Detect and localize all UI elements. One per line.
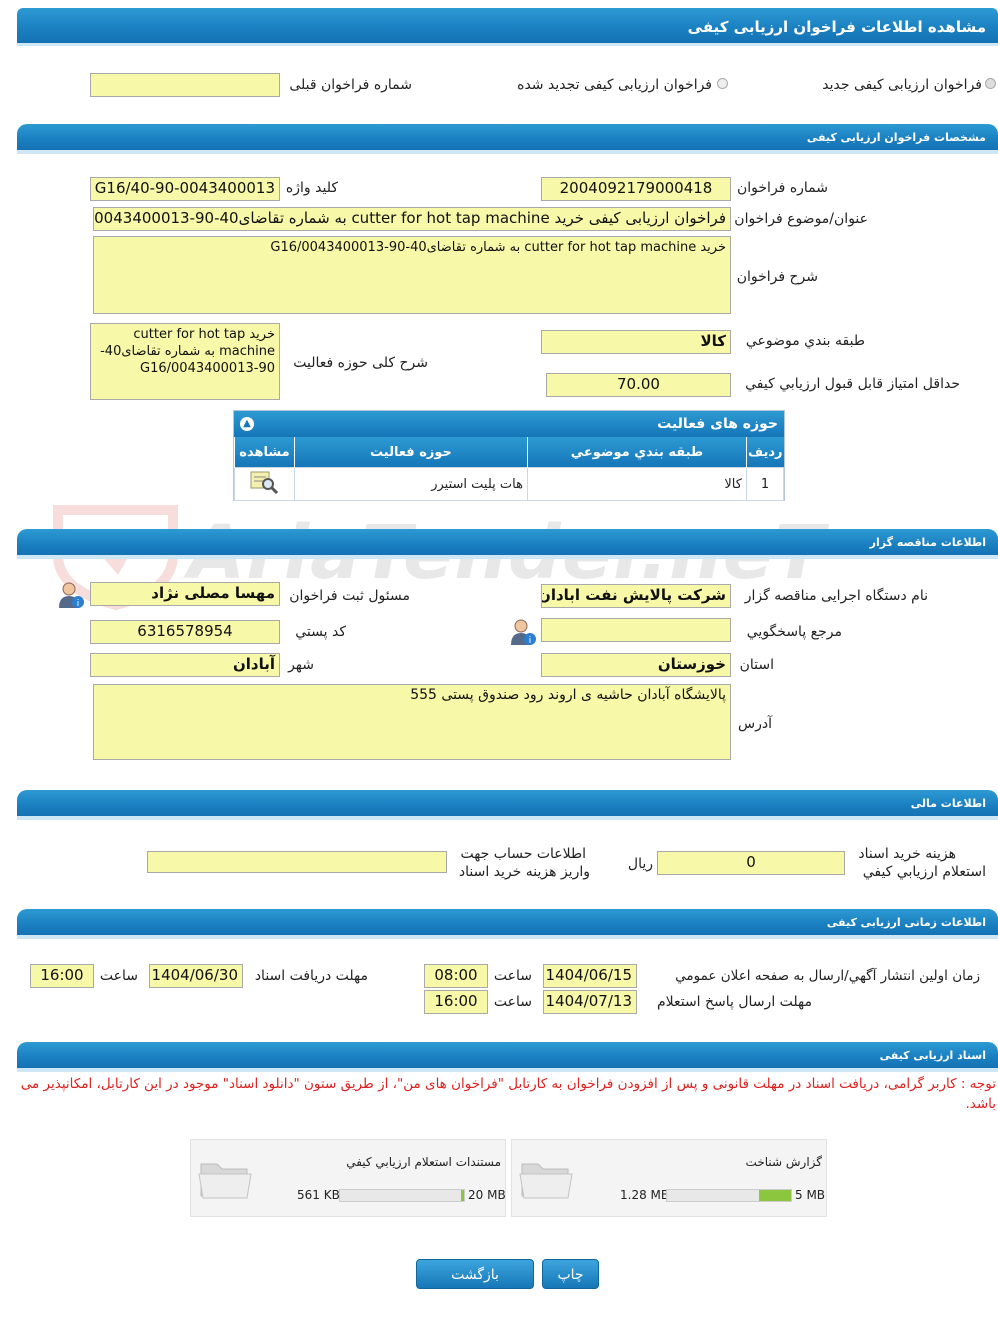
org-section-header: اطلاعات مناقصه گزار: [17, 529, 998, 559]
number-field[interactable]: 2004092179000418: [541, 177, 731, 201]
currency-label: ريال: [627, 856, 653, 872]
col-row: رديف: [745, 437, 784, 468]
fee-label-1: هزينه خريد اسناد: [858, 846, 956, 862]
timing-section-header: اطلاعات زمانی ارزيابی کيفی: [17, 909, 998, 939]
cell-row: 1: [745, 467, 785, 501]
exec-label: نام دستگاه اجرايی مناقصه گزار: [744, 588, 928, 604]
title-label: عنوان/موضوع فراخوان: [734, 211, 868, 227]
doc-name: گزارش شناخت: [745, 1155, 822, 1169]
activity-table: رديف طبقه بندي موضوعي حوزه فعاليت مشاهده…: [234, 437, 785, 501]
cell-activity: هات پليت استيرر: [293, 467, 528, 501]
fee-label-2: استعلام ارزيابي کيفي: [862, 864, 986, 880]
activity-panel: حوزه های فعاليت ▲ رديف طبقه بندي موضوعي …: [233, 410, 785, 501]
account-label-2: واريز هزينه خريد اسناد: [458, 864, 590, 880]
min-score-label: حداقل امتياز قابل قبول ارزيابي کيفي: [745, 376, 960, 392]
view-cell: [234, 467, 295, 501]
registrar-label: مسئول ثبت فراخوان: [289, 588, 410, 604]
folder-icon: [198, 1163, 252, 1199]
doc-size: 1.28 MB: [620, 1188, 670, 1202]
fee-field[interactable]: 0: [657, 851, 845, 875]
min-score-field[interactable]: 70.00: [546, 373, 731, 397]
province-label: استان: [739, 657, 774, 673]
activity-desc-label: شرح کلی حوزه فعاليت: [293, 355, 428, 371]
address-field[interactable]: پالايشگاه آبادان حاشيه ی اروند رود صندوق…: [93, 684, 731, 760]
title-field[interactable]: فراخوان ارزيابی کيفی خريد cutter for hot…: [93, 207, 731, 231]
publish-label: زمان اولين انتشار آگهي/ارسال به صفحه اعل…: [675, 968, 980, 984]
svg-text:i: i: [529, 636, 532, 646]
doc-card-recognition[interactable]: گزارش شناخت 1.28 MB 5 MB: [511, 1139, 827, 1217]
radio-new[interactable]: [985, 78, 996, 89]
docs-section-header: اسناد ارزيابی کيفی: [17, 1042, 998, 1072]
reference-field[interactable]: [541, 618, 731, 642]
registrar-user-icon[interactable]: i: [56, 580, 86, 610]
doc-name: مستندات استعلام ارزيابي کيفي: [346, 1155, 501, 1169]
reference-label: مرجع پاسخگويي: [746, 624, 842, 640]
prev-number-label: شماره فراخوان قبلی: [289, 77, 412, 93]
doc-progress-fill: [759, 1190, 791, 1201]
account-label-1: اطلاعات حساب جهت: [460, 846, 586, 862]
account-field[interactable]: [147, 851, 447, 873]
radio-new-label: فراخوان ارزيابی کيفی جديد: [822, 77, 982, 93]
receive-date-field[interactable]: 1404/06/30: [149, 964, 243, 988]
doc-size: 561 KB: [297, 1188, 340, 1202]
doc-max: 20 MB: [468, 1188, 506, 1202]
postal-field[interactable]: 6316578954: [90, 620, 280, 644]
address-label: آدرس: [738, 716, 772, 732]
exec-field[interactable]: شرکت پالايش نفت ابادان: [541, 584, 731, 608]
prev-number-field[interactable]: [90, 73, 280, 97]
folder-icon: [519, 1163, 573, 1199]
publish-date-field[interactable]: 1404/06/15: [543, 964, 637, 988]
doc-max: 5 MB: [795, 1188, 826, 1202]
receive-time-field[interactable]: 16:00: [30, 964, 94, 988]
spec-section-header: مشخصات فراخوان ارزيابی کيفی: [17, 124, 998, 154]
city-field[interactable]: آبادان: [90, 653, 280, 677]
keyword-field[interactable]: G16/40-90-0043400013: [90, 177, 280, 201]
doc-progress-track: [339, 1189, 465, 1202]
finance-section-header: اطلاعات مالی: [17, 790, 998, 820]
activity-desc-field[interactable]: خريد cutter for hot tap machine به شماره…: [90, 323, 280, 400]
col-activity: حوزه فعاليت: [293, 437, 528, 468]
desc-label: شرح فراخوان: [736, 269, 818, 285]
keyword-label: کليد واژه: [285, 180, 338, 196]
category-field[interactable]: کالا: [541, 330, 731, 354]
reference-user-icon[interactable]: i: [508, 617, 538, 647]
category-label: طبقه بندي موضوعي: [745, 333, 865, 349]
doc-card-inquiry[interactable]: مستندات استعلام ارزيابي کيفي 561 KB 20 M…: [190, 1139, 506, 1217]
cell-category: کالا: [526, 467, 747, 501]
docs-note: توجه : کاربر گرامی، دريافت اسناد در مهلت…: [20, 1076, 996, 1112]
receive-label: مهلت دريافت اسناد: [254, 968, 368, 984]
answer-label: مهلت ارسال پاسخ استعلام: [656, 994, 812, 1010]
activity-panel-title: حوزه های فعاليت: [657, 416, 778, 432]
province-field[interactable]: خوزستان: [541, 653, 731, 677]
doc-progress-fill: [460, 1190, 464, 1201]
col-view: مشاهده: [234, 437, 295, 468]
answer-date-field[interactable]: 1404/07/13: [543, 990, 637, 1014]
collapse-icon[interactable]: ▲: [240, 417, 254, 431]
table-row: 1 کالا هات پليت استيرر: [234, 467, 785, 501]
svg-text:i: i: [77, 599, 80, 609]
activity-panel-header: حوزه های فعاليت ▲: [234, 411, 784, 437]
answer-time-label: ساعت: [493, 994, 532, 1010]
print-button[interactable]: چاپ: [542, 1259, 599, 1289]
receive-time-label: ساعت: [99, 968, 138, 984]
radio-renewed[interactable]: [717, 78, 728, 89]
city-label: شهر: [288, 657, 314, 673]
page-title: مشاهده اطلاعات فراخوان ارزيابی کيفی: [17, 8, 998, 46]
publish-time-field[interactable]: 08:00: [424, 964, 488, 988]
view-magnifier-icon[interactable]: [249, 469, 279, 495]
postal-label: کد پستي: [295, 624, 346, 640]
number-label: شماره فراخوان: [737, 180, 828, 196]
publish-time-label: ساعت: [493, 968, 532, 984]
doc-progress-track: [666, 1189, 792, 1202]
desc-field[interactable]: خريد cutter for hot tap machine به شماره…: [93, 236, 731, 314]
back-button[interactable]: بازگشت: [416, 1259, 534, 1289]
col-category: طبقه بندي موضوعي: [526, 437, 747, 468]
radio-renewed-label: فراخوان ارزيابی کيفی تجديد شده: [517, 77, 712, 93]
registrar-field[interactable]: مهسا مصلی نژاد: [90, 582, 280, 606]
answer-time-field[interactable]: 16:00: [424, 990, 488, 1014]
